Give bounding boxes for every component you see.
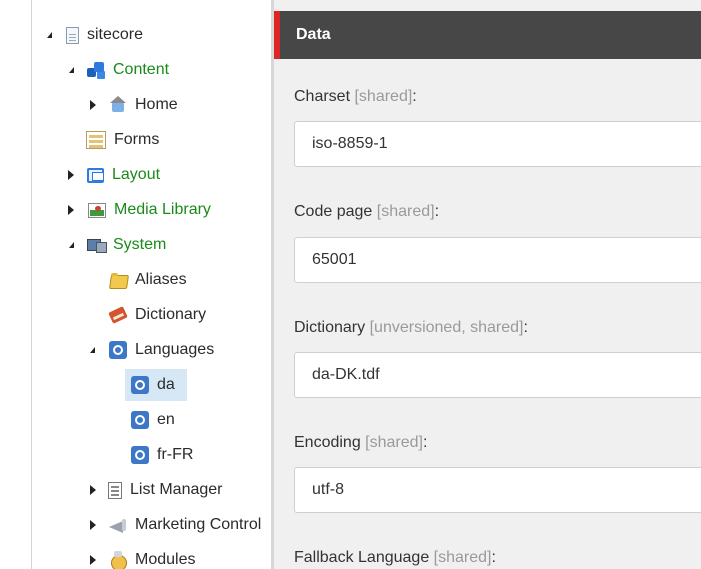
code-page-label: Code page [shared]: [294,203,439,221]
field-name: Encoding [294,434,361,451]
item-editor: Data Charset [shared]: iso-8859-1 Code p… [274,0,701,569]
section-accent [274,11,280,59]
collapse-arrow-icon[interactable] [66,240,76,250]
tree-item-da[interactable]: da [125,369,187,401]
expand-arrow-icon[interactable] [66,205,76,215]
dictionary-field[interactable]: da-DK.tdf [294,352,701,398]
expand-arrow-icon[interactable] [88,485,98,495]
field-value: 65001 [312,251,357,268]
field-name: Code page [294,203,373,220]
field-value: da-DK.tdf [312,366,380,383]
field-suffix: : [434,203,440,220]
tree-item-fr-fr[interactable]: fr-FR [131,443,193,467]
system-icon [87,236,107,254]
charset-label: Charset [shared]: [294,88,417,106]
field-meta: [shared] [354,88,413,105]
tree-item-label: List Manager [130,481,223,498]
field-suffix: : [412,88,417,105]
tree-item-label: fr-FR [157,446,194,463]
field-suffix: : [422,434,428,451]
tree-item-label: System [113,236,167,253]
tree-item-dictionary[interactable]: Dictionary [109,303,206,327]
tree-item-languages[interactable]: Languages [87,338,214,362]
tree-item-label: Media Library [114,201,211,218]
tree-item-aliases[interactable]: Aliases [109,268,187,292]
expand-arrow-icon[interactable] [88,100,98,110]
field-suffix: : [523,319,528,336]
tree-item-home[interactable]: Home [88,93,178,117]
section-header-data[interactable]: Data [274,11,701,59]
field-meta: [shared] [433,549,492,566]
tree-item-label: Marketing Control [135,516,262,533]
collapse-arrow-icon[interactable] [44,30,54,40]
field-value: iso-8859-1 [312,135,388,152]
field-meta: [shared] [376,203,435,220]
field-suffix: : [491,549,496,566]
tree-item-label: Content [113,61,170,78]
tree-item-label: en [157,411,175,428]
tree-item-label: Forms [114,131,160,148]
tree-item-forms[interactable]: Forms [86,128,159,152]
field-meta: [shared] [365,434,423,451]
field-name: Fallback Language [294,549,430,566]
tree-item-label: sitecore [87,26,144,43]
megaphone-icon [109,516,127,534]
dictionary-label: Dictionary [unversioned, shared]: [294,319,528,337]
tree-item-label: Aliases [135,271,187,288]
globe-icon [131,376,149,394]
tree-item-list-manager[interactable]: List Manager [88,478,223,502]
tree-item-label: Layout [112,166,161,183]
modules-icon [109,551,127,569]
tree-item-label: da [157,376,175,393]
collapse-arrow-icon[interactable] [66,65,76,75]
tree-item-label: Modules [135,551,196,568]
code-page-field[interactable]: 65001 [294,237,701,283]
tree-item-system[interactable]: System [66,233,166,257]
content-tree: sitecore Content Home Forms Layout Media… [0,0,271,569]
expand-arrow-icon[interactable] [88,555,98,565]
field-name: Charset [294,88,351,105]
tree-item-en[interactable]: en [131,408,175,432]
tree-item-marketing-control[interactable]: Marketing Control [88,513,261,537]
tree-item-label: Languages [135,341,215,358]
tree-item-label: Home [135,96,178,113]
collapse-arrow-icon[interactable] [87,345,97,355]
dictionary-icon [109,306,127,324]
globe-icon [109,341,127,359]
tree-item-layout[interactable]: Layout [66,163,160,187]
tree-item-sitecore[interactable]: sitecore [44,23,143,47]
field-meta: [unversioned, shared] [369,319,524,336]
charset-field[interactable]: iso-8859-1 [294,121,701,167]
tree-border [31,0,32,569]
tree-item-label: Dictionary [135,306,207,323]
fallback-language-label: Fallback Language [shared]: [294,549,496,567]
media-library-icon [88,202,106,218]
globe-icon [131,411,149,429]
content-icon [87,61,105,79]
home-icon [109,96,127,114]
tree-item-content[interactable]: Content [66,58,169,82]
expand-arrow-icon[interactable] [88,520,98,530]
section-title: Data [296,26,331,43]
layout-icon [87,167,104,183]
field-name: Dictionary [294,319,366,336]
expand-arrow-icon[interactable] [66,170,76,180]
globe-icon [131,446,149,464]
list-icon [108,481,122,499]
tree-item-modules[interactable]: Modules [88,548,195,569]
forms-icon [86,131,106,149]
folder-icon [109,271,127,289]
document-icon [66,26,79,44]
encoding-field[interactable]: utf-8 [294,467,701,513]
encoding-label: Encoding [shared]: [294,434,427,452]
tree-item-media-library[interactable]: Media Library [66,198,211,222]
field-value: utf-8 [312,481,345,498]
